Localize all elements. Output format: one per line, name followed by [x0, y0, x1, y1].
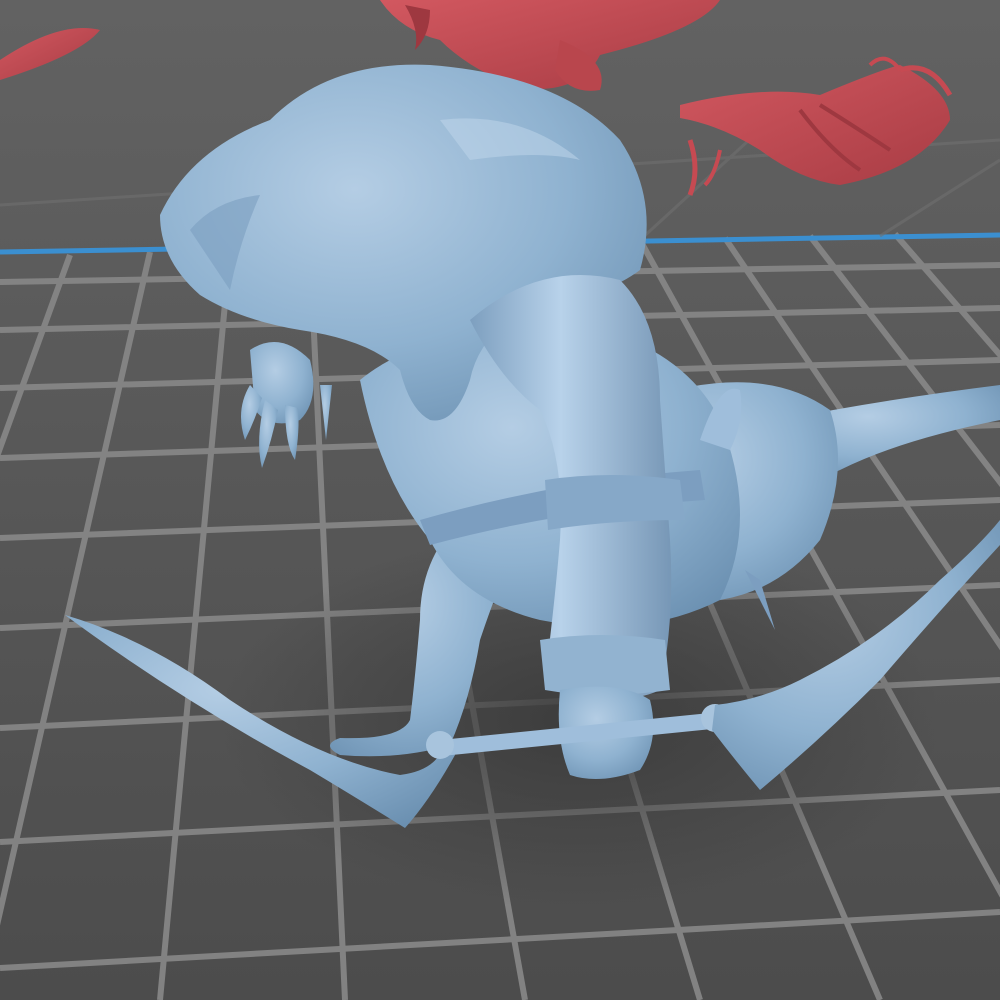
viewport-canvas[interactable] [0, 0, 1000, 1000]
3d-viewport[interactable] [0, 0, 1000, 1000]
